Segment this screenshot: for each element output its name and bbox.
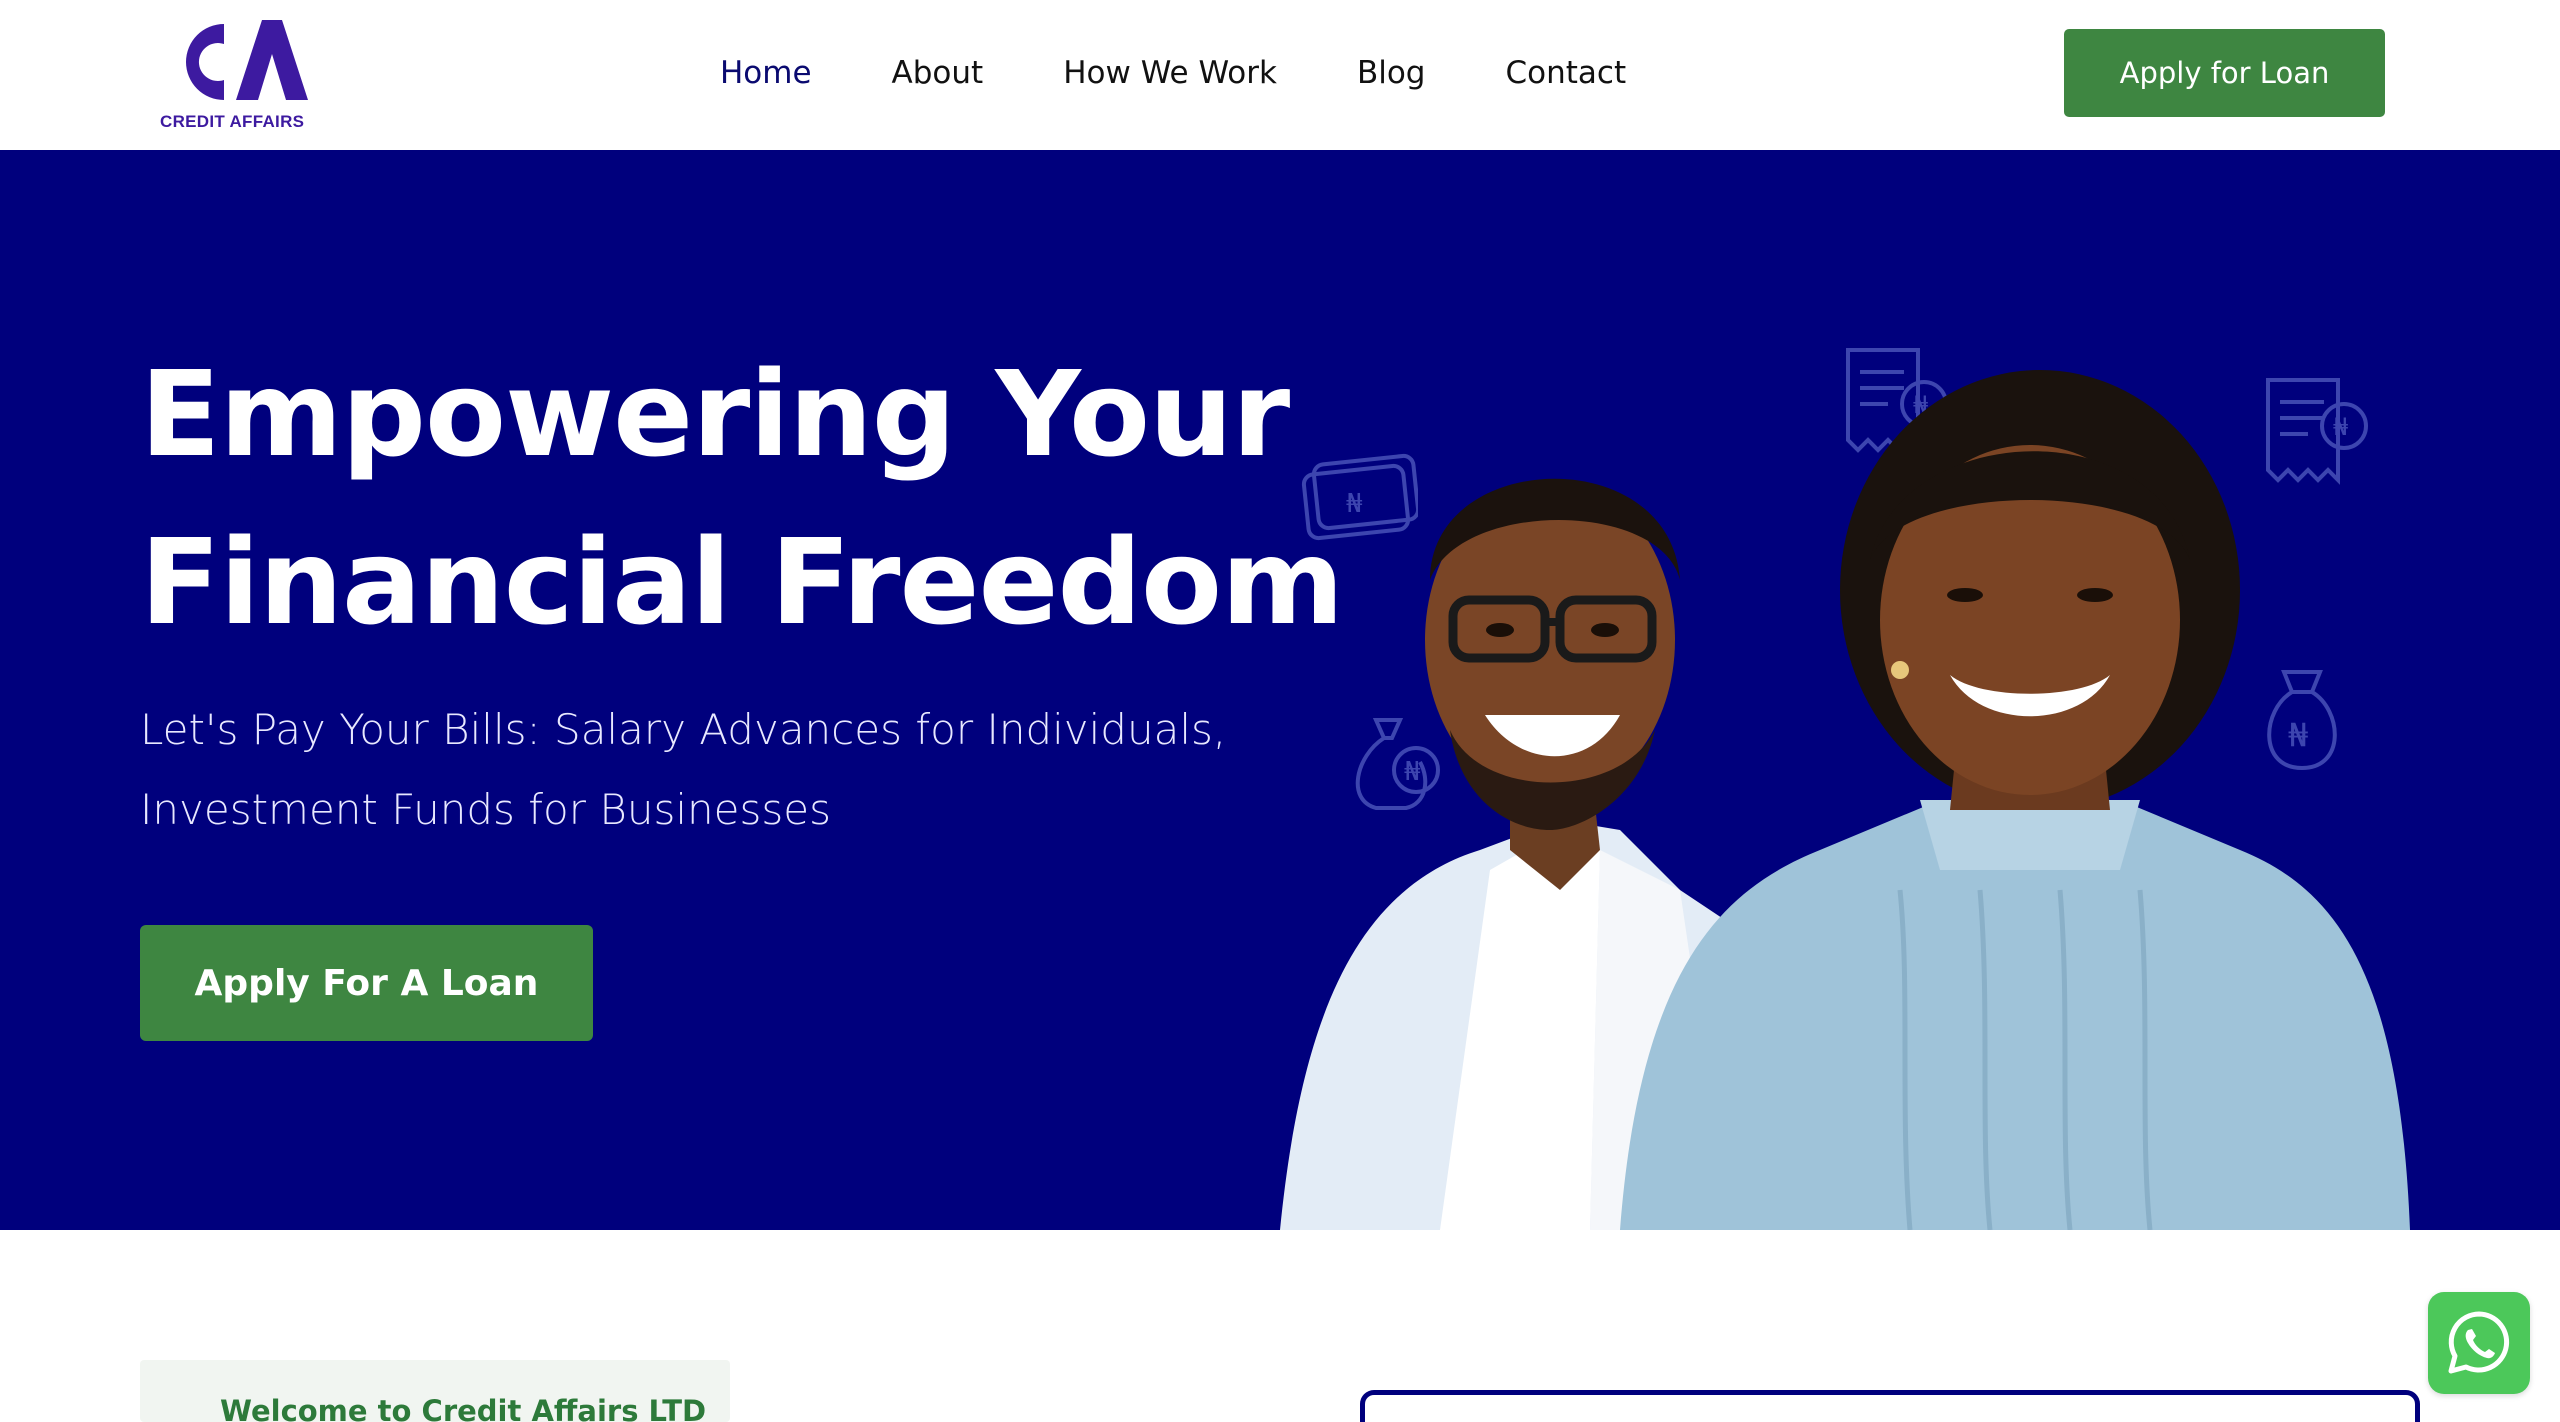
- hero-section: Empowering Your Financial Freedom Let's …: [0, 150, 2560, 1230]
- logo-text: CREDIT AFFAIRS: [160, 112, 305, 131]
- apply-for-a-loan-button[interactable]: Apply For A Loan: [140, 925, 593, 1041]
- hero-title-line-2: Financial Freedom: [140, 513, 1344, 651]
- welcome-tag: Welcome to Credit Affairs LTD: [140, 1360, 730, 1422]
- ca-logo-mark-icon: [186, 20, 308, 100]
- nav-how-we-work[interactable]: How We Work: [1063, 55, 1277, 91]
- main-navigation: Home About How We Work Blog Contact: [720, 48, 1706, 98]
- credit-affairs-logo[interactable]: CREDIT AFFAIRS: [158, 14, 308, 134]
- nav-blog[interactable]: Blog: [1357, 55, 1426, 91]
- hero-title-line-1: Empowering Your: [140, 345, 1290, 483]
- hero-subtitle: Let's Pay Your Bills: Salary Advances fo…: [140, 690, 1240, 850]
- nav-home[interactable]: Home: [720, 55, 812, 91]
- hero-subtitle-line-1: Let's Pay Your Bills: Salary Advances fo…: [140, 705, 1227, 754]
- whatsapp-chat-button[interactable]: [2428, 1292, 2530, 1394]
- hero-title: Empowering Your Financial Freedom: [140, 330, 1344, 666]
- smiling-couple-image: [1280, 370, 2410, 1230]
- welcome-tag-label: Welcome to Credit Affairs LTD: [220, 1394, 707, 1422]
- nav-about[interactable]: About: [892, 55, 984, 91]
- nav-contact[interactable]: Contact: [1505, 55, 1626, 91]
- info-card: [1360, 1390, 2420, 1422]
- apply-for-loan-button[interactable]: Apply for Loan: [2064, 29, 2385, 117]
- whatsapp-icon: [2448, 1311, 2510, 1374]
- site-header: CREDIT AFFAIRS Home About How We Work Bl…: [0, 0, 2560, 150]
- hero-subtitle-line-2: Investment Funds for Businesses: [140, 785, 831, 834]
